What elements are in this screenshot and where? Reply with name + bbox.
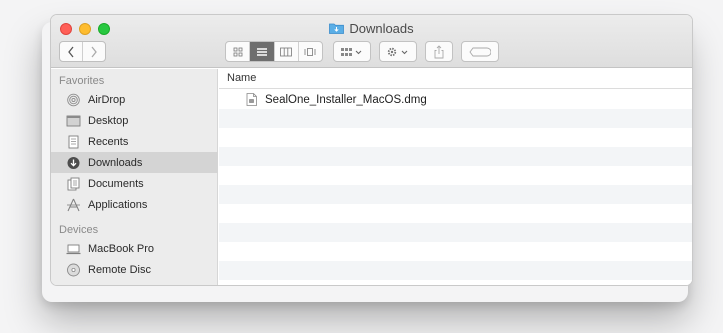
- downloads-folder-icon: [329, 22, 345, 34]
- sidebar: Favorites AirDrop Desktop Recents Downlo…: [51, 69, 218, 285]
- titlebar: Downloads: [51, 15, 692, 68]
- cover-flow-view-button[interactable]: [297, 42, 322, 61]
- sidebar-item-label: Documents: [88, 177, 144, 190]
- list-item: [219, 223, 692, 242]
- list-item: [219, 166, 692, 185]
- back-button[interactable]: [60, 42, 82, 61]
- list-item: [219, 109, 692, 128]
- list-view-icon: [256, 47, 267, 56]
- list-item: [219, 261, 692, 280]
- list-item: [219, 204, 692, 223]
- list-item: [219, 128, 692, 147]
- list-item: [219, 147, 692, 166]
- list-item: [219, 185, 692, 204]
- share-button[interactable]: [425, 41, 453, 62]
- recents-icon: [66, 135, 81, 149]
- sidebar-devices-header: Devices: [59, 224, 99, 236]
- sidebar-item-desktop[interactable]: Desktop: [51, 110, 218, 131]
- sidebar-item-label: Applications: [88, 198, 148, 211]
- airdrop-icon: [66, 93, 81, 107]
- icon-view-icon: [233, 47, 243, 56]
- list-item: [219, 242, 692, 261]
- finder-window: Downloads Favorites AirDrop Desktop Rece…: [50, 14, 693, 286]
- group-by-icon: [341, 47, 362, 56]
- sidebar-item-macbook-pro[interactable]: MacBook Pro: [51, 238, 218, 259]
- sidebar-item-remote-disc[interactable]: Remote Disc: [51, 259, 218, 280]
- window-title-area: Downloads: [51, 20, 692, 38]
- sidebar-favorites-header: Favorites: [59, 75, 105, 87]
- tag-button[interactable]: [461, 41, 499, 62]
- file-name: SealOne_Installer_MacOS.dmg: [265, 93, 427, 106]
- sidebar-item-label: Desktop: [88, 114, 129, 127]
- disc-icon: [66, 263, 81, 277]
- documents-icon: [66, 177, 81, 191]
- tag-icon: [469, 47, 491, 56]
- sidebar-item-airdrop[interactable]: AirDrop: [51, 89, 218, 110]
- sidebar-item-applications[interactable]: Applications: [51, 194, 218, 215]
- sidebar-item-label: Remote Disc: [88, 263, 151, 276]
- group-by-button[interactable]: [333, 41, 371, 62]
- column-view-button[interactable]: [273, 42, 298, 61]
- downloads-icon: [66, 156, 81, 170]
- file-list: Name SealOne_Installer_MacOS.dmg: [219, 69, 692, 285]
- gear-icon: [387, 47, 408, 56]
- sidebar-item-label: Recents: [88, 135, 129, 148]
- sidebar-item-documents[interactable]: Documents: [51, 173, 218, 194]
- sidebar-item-recents[interactable]: Recents: [51, 131, 218, 152]
- sidebar-item-label: Downloads: [88, 156, 143, 169]
- desktop-icon: [66, 114, 81, 128]
- sidebar-item-downloads[interactable]: Downloads: [51, 152, 218, 173]
- table-row[interactable]: SealOne_Installer_MacOS.dmg: [219, 90, 692, 109]
- share-icon: [434, 44, 444, 58]
- sidebar-item-label: AirDrop: [88, 93, 126, 106]
- navigation-buttons: [59, 41, 106, 62]
- chevron-left-icon: [68, 46, 74, 57]
- column-view-icon: [280, 47, 293, 56]
- chevron-right-icon: [91, 46, 97, 57]
- icon-view-button[interactable]: [226, 42, 249, 61]
- name-column-header[interactable]: Name: [219, 69, 692, 89]
- laptop-icon: [66, 242, 81, 256]
- view-mode-selector: [225, 41, 323, 62]
- sidebar-item-label: MacBook Pro: [88, 242, 155, 255]
- cover-flow-icon: [304, 47, 316, 56]
- action-button[interactable]: [379, 41, 417, 62]
- forward-button[interactable]: [82, 42, 105, 61]
- applications-icon: [66, 198, 81, 212]
- window-title: Downloads: [349, 21, 414, 36]
- list-view-button[interactable]: [249, 42, 274, 61]
- disk-image-icon: [246, 93, 257, 106]
